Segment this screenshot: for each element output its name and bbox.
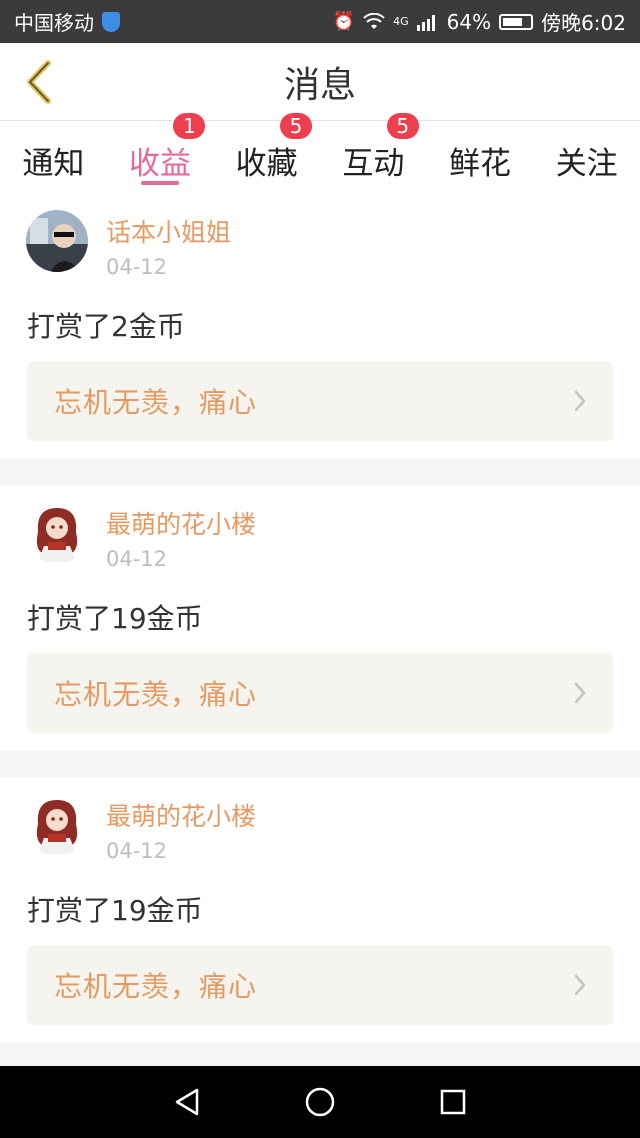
tab-label: 通知 bbox=[22, 145, 85, 182]
message-date: 04-12 bbox=[106, 255, 168, 279]
referenced-post-title: 忘机无羡，痛心 bbox=[54, 386, 258, 419]
header: 消息 bbox=[0, 43, 640, 121]
tab-badge: 1 bbox=[173, 113, 206, 139]
tab-bar: 通知 收益 1 收藏 5 互动 5 鲜花 关注 bbox=[0, 113, 640, 193]
carrier-label: 中国移动 bbox=[14, 11, 94, 35]
message-date: 04-12 bbox=[106, 839, 168, 863]
sender-name[interactable]: 最萌的花小楼 bbox=[106, 797, 256, 833]
tab-label: 鲜花 bbox=[449, 145, 512, 182]
recents-nav-button[interactable] bbox=[428, 1077, 478, 1127]
message-card: 话本小姐姐 04-12 打赏了2金币 忘机无羡，痛心 bbox=[0, 193, 640, 459]
tab-badge: 5 bbox=[280, 113, 313, 139]
alarm-icon: ⏰ bbox=[332, 11, 356, 32]
wifi-icon bbox=[363, 12, 385, 29]
home-nav-button[interactable] bbox=[295, 1077, 345, 1127]
battery-icon bbox=[499, 13, 534, 30]
square-recents-icon bbox=[441, 1089, 466, 1115]
system-nav-bar bbox=[0, 1066, 640, 1138]
avatar[interactable] bbox=[26, 794, 88, 856]
referenced-post-title: 忘机无羡，痛心 bbox=[54, 970, 258, 1003]
chevron-right-icon bbox=[574, 974, 586, 996]
message-card: 最萌的花小楼 04-12 打赏了19金币 忘机无羡，痛心 bbox=[0, 777, 640, 1043]
tab-label: 收益 bbox=[129, 145, 191, 182]
tab-label: 互动 bbox=[342, 145, 405, 182]
tab-notifications[interactable]: 通知 bbox=[0, 121, 107, 193]
tab-badge: 5 bbox=[386, 113, 419, 139]
tab-label: 收藏 bbox=[235, 145, 298, 182]
clock: 傍晚6:02 bbox=[541, 11, 626, 35]
sender-name[interactable]: 最萌的花小楼 bbox=[106, 505, 256, 541]
signal-icon bbox=[416, 14, 435, 31]
referenced-post[interactable]: 忘机无羡，痛心 bbox=[27, 945, 613, 1025]
battery-percent: 64% bbox=[446, 9, 492, 34]
active-tab-indicator bbox=[141, 181, 179, 185]
triangle-back-icon bbox=[175, 1088, 198, 1116]
reward-text: 打赏了19金币 bbox=[27, 894, 203, 927]
chevron-right-icon bbox=[574, 390, 586, 412]
referenced-post[interactable]: 忘机无羡，痛心 bbox=[27, 361, 613, 441]
message-date: 04-12 bbox=[106, 547, 168, 571]
status-right: ⏰ 4G 64% 傍晚6:02 bbox=[333, 7, 626, 36]
network-label: 4G bbox=[393, 15, 409, 28]
status-left: 中国移动 bbox=[14, 7, 120, 36]
page-title: 消息 bbox=[283, 65, 356, 106]
referenced-post[interactable]: 忘机无羡，痛心 bbox=[27, 653, 613, 733]
circle-home-icon bbox=[305, 1087, 335, 1117]
back-nav-button[interactable] bbox=[162, 1077, 212, 1127]
reward-text: 打赏了19金币 bbox=[27, 602, 203, 635]
message-card: 最萌的花小楼 04-12 打赏了19金币 忘机无羡，痛心 bbox=[0, 485, 640, 751]
screen: 中国移动 ⏰ 4G 64% 傍晚6:02 消息 通知 收益 1 收藏 5 互动 … bbox=[0, 0, 640, 1138]
referenced-post-title: 忘机无羡，痛心 bbox=[54, 678, 258, 711]
avatar[interactable] bbox=[26, 502, 88, 564]
tab-flowers[interactable]: 鲜花 bbox=[427, 121, 534, 193]
back-button[interactable] bbox=[14, 55, 64, 109]
chevron-left-icon bbox=[27, 60, 51, 104]
message-feed: 话本小姐姐 04-12 打赏了2金币 忘机无羡，痛心 最萌的花小楼 04-12 … bbox=[0, 193, 640, 1066]
sender-name[interactable]: 话本小姐姐 bbox=[106, 213, 231, 249]
tab-favorites[interactable]: 收藏 5 bbox=[213, 113, 320, 193]
tab-earnings[interactable]: 收益 1 bbox=[107, 113, 214, 193]
tab-interactions[interactable]: 互动 5 bbox=[320, 113, 427, 193]
reward-text: 打赏了2金币 bbox=[27, 310, 185, 343]
tab-label: 关注 bbox=[555, 145, 618, 182]
avatar[interactable] bbox=[26, 210, 88, 272]
chevron-right-icon bbox=[574, 682, 586, 704]
shield-icon bbox=[102, 11, 120, 32]
status-bar: 中国移动 ⏰ 4G 64% 傍晚6:02 bbox=[0, 0, 640, 43]
tab-following[interactable]: 关注 bbox=[533, 121, 640, 193]
